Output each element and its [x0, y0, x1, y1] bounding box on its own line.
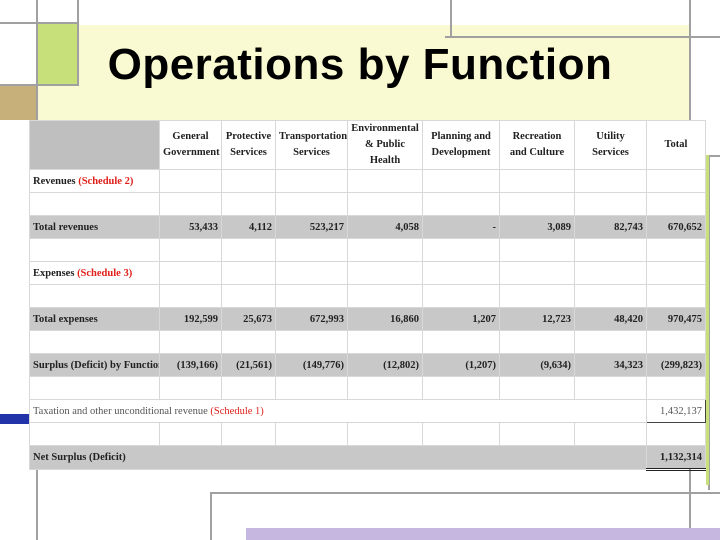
spacer-row — [29, 422, 706, 446]
surplus-row: Surplus (Deficit) by Function (139,166) … — [29, 353, 706, 377]
table-cell: 82,743 — [574, 215, 647, 239]
spacer-row — [29, 238, 706, 262]
total-expenses-row: Total expenses 192,599 25,673 672,993 16… — [29, 307, 706, 331]
table-cell: 523,217 — [275, 215, 348, 239]
slide-title: Operations by Function — [107, 40, 613, 89]
column-header: General Government — [159, 120, 222, 170]
table-cell: (139,166) — [159, 353, 222, 377]
table-cell: 1,207 — [422, 307, 500, 331]
table-cell: (9,634) — [499, 353, 575, 377]
spacer-row — [29, 192, 706, 216]
row-label: Total expenses — [29, 307, 160, 331]
total-revenues-row: Total revenues 53,433 4,112 523,217 4,05… — [29, 215, 706, 239]
taxation-label-cell: Taxation and other unconditional revenue… — [29, 399, 647, 423]
frame-purple-box — [708, 155, 720, 490]
column-header: Utility Services — [574, 120, 647, 170]
expenses-label: Expenses — [33, 267, 78, 279]
net-surplus-total: 1,132,314 — [646, 445, 706, 471]
taxation-label: Taxation and other unconditional revenue — [33, 405, 211, 417]
table-cell: 970,475 — [646, 307, 706, 331]
revenues-heading-row: Revenues (Schedule 2) — [29, 169, 706, 193]
operations-table: General Government Protective Services T… — [29, 120, 706, 471]
table-cell: 3,089 — [499, 215, 575, 239]
financial-table-sheet: General Government Protective Services T… — [29, 120, 706, 471]
taxation-row: Taxation and other unconditional revenue… — [29, 399, 706, 423]
table-cell: (149,776) — [275, 353, 348, 377]
header-row: General Government Protective Services T… — [29, 120, 706, 170]
taxation-total: 1,432,137 — [646, 399, 706, 423]
table-cell: 16,860 — [347, 307, 423, 331]
column-header: Environmental & Public Health — [347, 120, 423, 170]
table-cell: 670,652 — [646, 215, 706, 239]
table-cell: (21,561) — [221, 353, 276, 377]
expenses-schedule-ref: (Schedule 3) — [77, 267, 133, 279]
revenues-label: Revenues — [33, 175, 79, 187]
table-cell: (299,823) — [646, 353, 706, 377]
table-cell: (1,207) — [422, 353, 500, 377]
expenses-heading-row: Expenses (Schedule 3) — [29, 261, 706, 285]
frame-purple-bottom — [246, 528, 720, 540]
table-cell: 4,112 — [221, 215, 276, 239]
column-header: Planning and Development — [422, 120, 500, 170]
frame-line-v4 — [450, 0, 452, 38]
table-cell: 34,323 — [574, 353, 647, 377]
table-cell: 672,993 — [275, 307, 348, 331]
expenses-heading: Expenses (Schedule 3) — [29, 261, 160, 285]
table-cell: 48,420 — [574, 307, 647, 331]
table-cell: - — [422, 215, 500, 239]
spacer-row — [29, 330, 706, 354]
frame-line-bottom — [210, 492, 720, 494]
table-cell: 25,673 — [221, 307, 276, 331]
revenues-schedule-ref: (Schedule 2) — [78, 175, 134, 187]
frame-line-bottom-v — [210, 492, 212, 540]
spacer-row — [29, 376, 706, 400]
frame-green-side — [706, 155, 709, 485]
table-cell: 12,723 — [499, 307, 575, 331]
column-header: Total — [646, 120, 706, 170]
row-label: Surplus (Deficit) by Function — [29, 353, 160, 377]
table-cell: (12,802) — [347, 353, 423, 377]
header-blank-cell — [29, 120, 160, 170]
spacer-row — [29, 284, 706, 308]
net-surplus-row: Net Surplus (Deficit) 1,132,314 — [29, 445, 706, 471]
net-surplus-label: Net Surplus (Deficit) — [29, 445, 647, 470]
table-cell: 53,433 — [159, 215, 222, 239]
table-cell: 4,058 — [347, 215, 423, 239]
frame-line-h3 — [445, 36, 720, 38]
revenues-heading: Revenues (Schedule 2) — [29, 169, 160, 193]
column-header: Transportation Services — [275, 120, 348, 170]
row-label: Total revenues — [29, 215, 160, 239]
table-cell: 192,599 — [159, 307, 222, 331]
frame-line-h1 — [0, 22, 77, 24]
column-header: Protective Services — [221, 120, 276, 170]
column-header: Recreation and Culture — [499, 120, 575, 170]
taxation-schedule-ref: (Schedule 1) — [210, 405, 264, 417]
